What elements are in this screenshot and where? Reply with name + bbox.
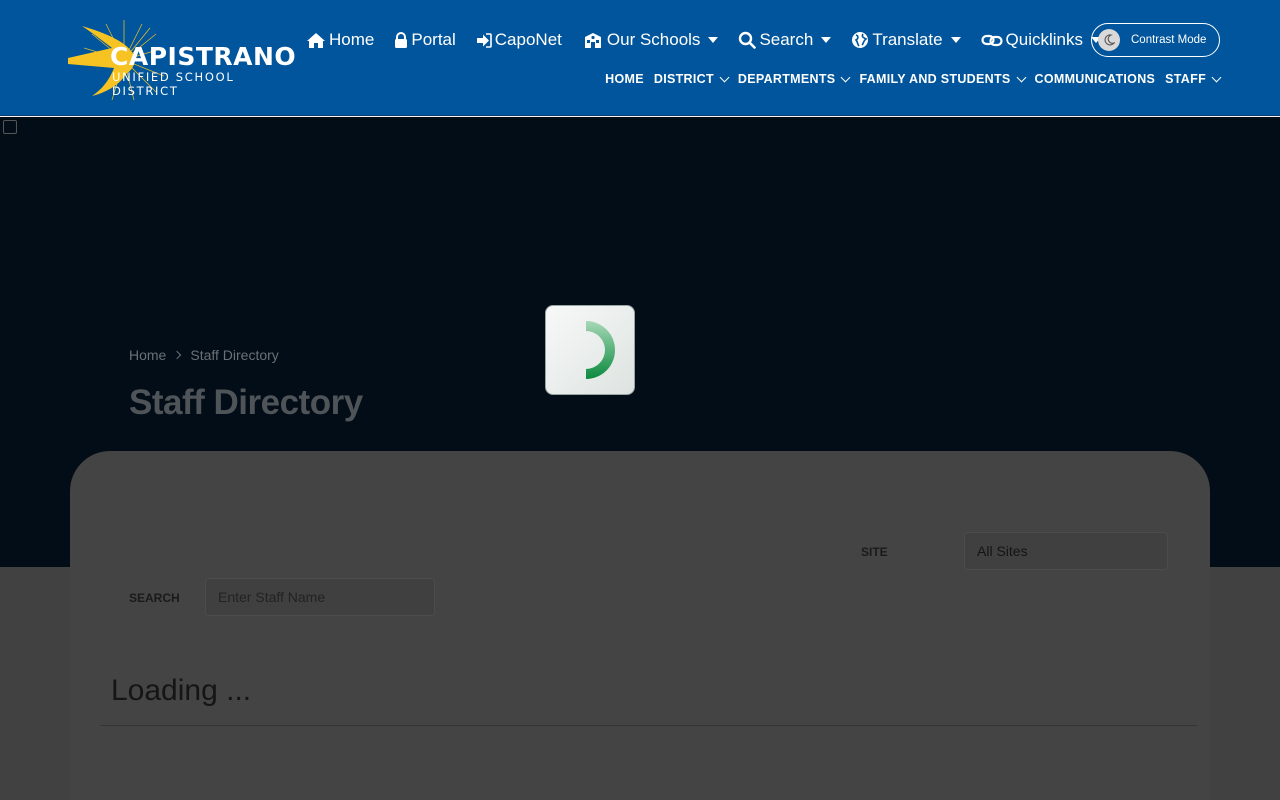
loading-spinner	[545, 305, 635, 395]
utility-nav-our-schools[interactable]: Our Schools	[582, 30, 719, 50]
main-nav-home[interactable]: HOME	[605, 72, 644, 86]
district-logo[interactable]: CAPISTRANO UNIFIED SCHOOL DISTRICT	[64, 18, 304, 102]
utility-nav-translate[interactable]: Translate	[851, 30, 961, 50]
school-icon	[584, 32, 601, 48]
site-header: CAPISTRANO UNIFIED SCHOOL DISTRICT Home …	[0, 0, 1280, 116]
main-nav-label: DISTRICT	[653, 72, 714, 86]
moon-icon	[1104, 34, 1115, 46]
main-nav-label: FAMILY AND STUDENTS	[859, 72, 1011, 86]
chevron-down-icon	[1211, 72, 1222, 82]
directory-card	[70, 451, 1210, 800]
breadcrumb-current: Staff Directory	[190, 347, 279, 363]
main-nav-label: DEPARTMENTS	[737, 72, 836, 86]
main-nav-departments[interactable]: DEPARTMENTS	[737, 72, 851, 86]
globe-icon	[852, 32, 869, 48]
utility-nav-label: Home	[329, 30, 375, 49]
lock-icon	[395, 31, 408, 48]
main-nav-label: HOME	[605, 72, 644, 86]
utility-nav: Home Portal CapoNet Our Schools Search T…	[306, 26, 1121, 54]
caret-down-icon	[708, 37, 719, 43]
utility-nav-label: CapoNet	[494, 30, 562, 49]
chevron-down-icon	[840, 72, 851, 82]
home-icon	[307, 32, 325, 48]
staff-search-input[interactable]: Enter Staff Name	[205, 578, 435, 616]
contrast-mode-toggle[interactable]: Contrast Mode	[1091, 23, 1220, 57]
utility-nav-label: Search	[759, 30, 814, 49]
page-title: Staff Directory	[129, 383, 363, 422]
main-nav-district[interactable]: DISTRICT	[653, 72, 730, 86]
logo-name: CAPISTRANO	[110, 42, 297, 71]
caret-down-icon	[821, 37, 832, 43]
main-nav: HOME DISTRICT DEPARTMENTS FAMILY AND STU…	[595, 72, 1222, 86]
site-select-value: All Sites	[977, 543, 1028, 559]
chevron-down-icon	[719, 72, 730, 82]
contrast-knob	[1098, 29, 1120, 51]
utility-nav-label: Translate	[872, 30, 943, 49]
main-nav-label: STAFF	[1165, 72, 1206, 86]
main-nav-staff[interactable]: STAFF	[1165, 72, 1222, 86]
utility-nav-portal[interactable]: Portal	[394, 30, 456, 50]
utility-nav-caponet[interactable]: CapoNet	[476, 30, 562, 50]
search-icon	[739, 31, 757, 49]
utility-nav-search[interactable]: Search	[738, 30, 832, 50]
utility-nav-quicklinks[interactable]: Quicklinks	[980, 30, 1102, 50]
contrast-mode-label: Contrast Mode	[1131, 34, 1207, 46]
main-nav-communications[interactable]: COMMUNICATIONS	[1035, 72, 1156, 86]
sign-in-icon	[476, 32, 492, 48]
main-nav-label: COMMUNICATIONS	[1034, 72, 1156, 86]
spinner-icon	[586, 321, 615, 379]
breadcrumb: Home Staff Directory	[129, 347, 279, 363]
staff-search-placeholder: Enter Staff Name	[218, 589, 326, 605]
main-nav-family-and-students[interactable]: FAMILY AND STUDENTS	[859, 72, 1026, 86]
loading-text: Loading ...	[111, 674, 252, 707]
caret-down-icon	[950, 37, 961, 43]
site-label: SITE	[861, 545, 888, 559]
divider	[100, 725, 1197, 726]
logo-subtitle: UNIFIED SCHOOL DISTRICT	[112, 70, 235, 98]
utility-nav-label: Our Schools	[606, 30, 701, 49]
search-label: SEARCH	[129, 591, 180, 605]
utility-nav-label: Portal	[411, 30, 456, 49]
site-select[interactable]: All Sites	[964, 532, 1168, 570]
breadcrumb-home-link[interactable]: Home	[129, 347, 166, 363]
link-icon	[980, 34, 1003, 46]
broken-image-icon	[3, 120, 17, 134]
utility-nav-label: Quicklinks	[1005, 30, 1084, 49]
chevron-right-icon	[173, 350, 182, 360]
chevron-down-icon	[1016, 72, 1026, 82]
utility-nav-home[interactable]: Home	[306, 30, 374, 50]
